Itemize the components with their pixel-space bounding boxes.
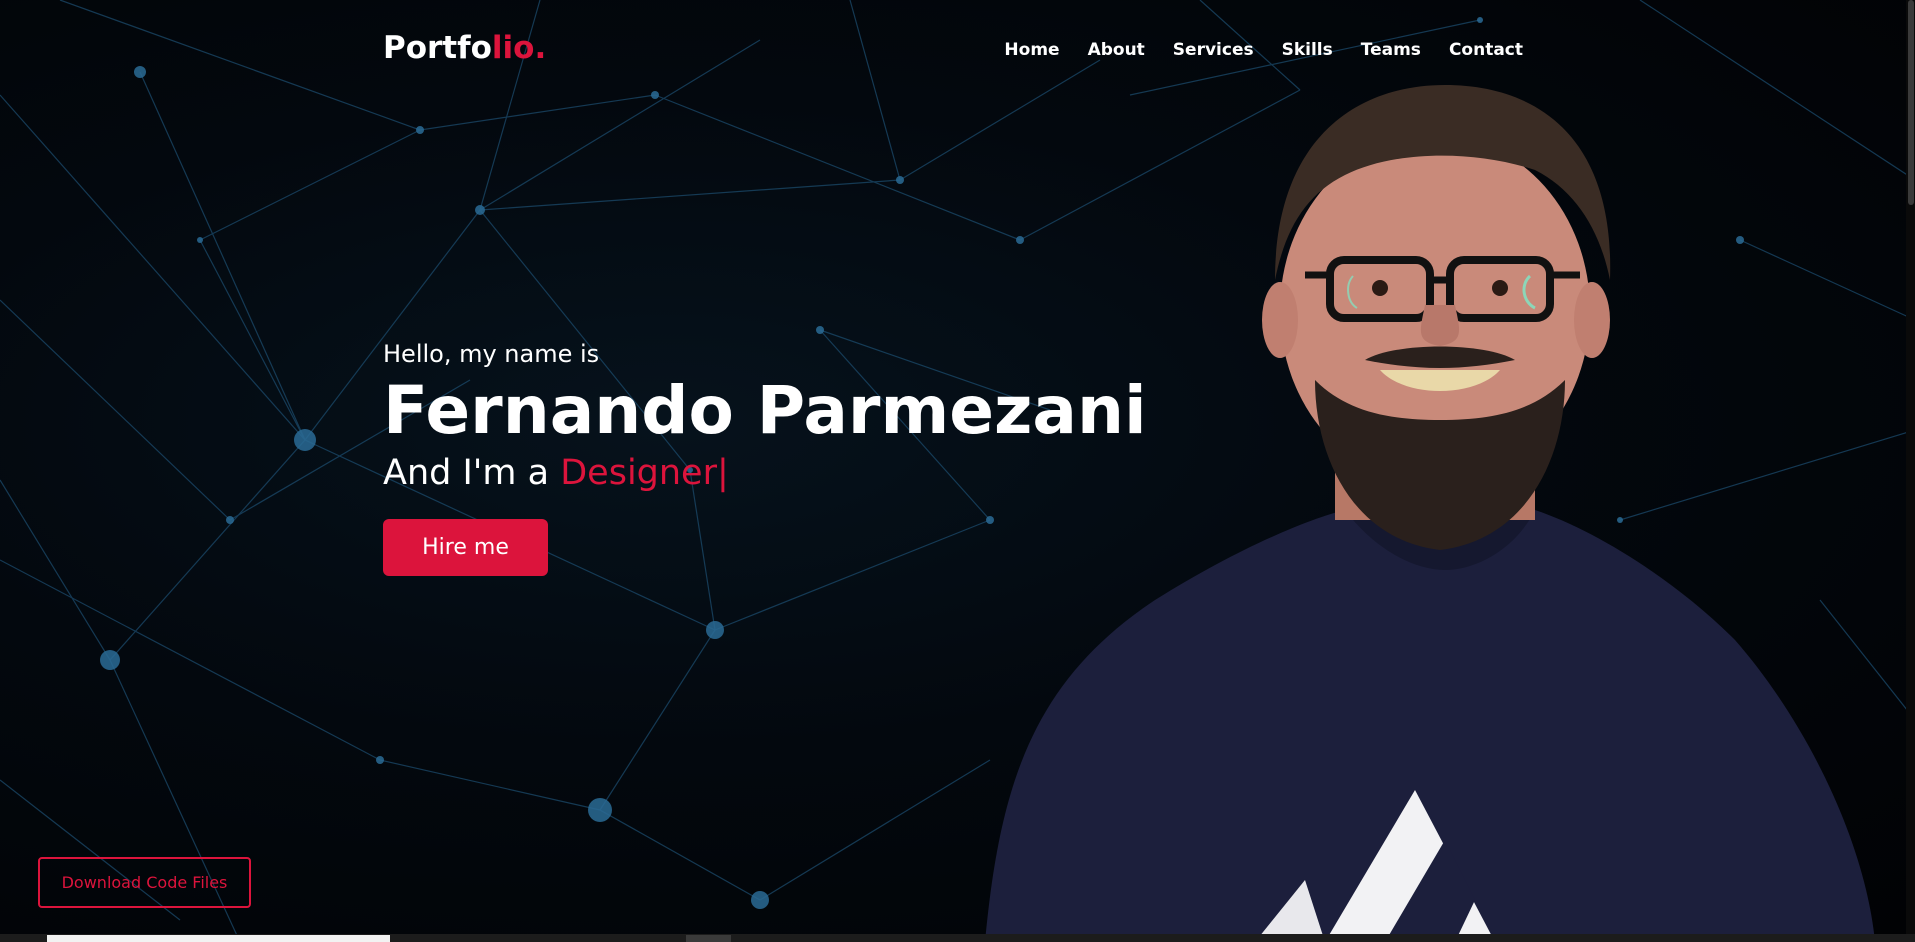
nav-item-home[interactable]: Home [1004, 40, 1059, 60]
download-code-files-button[interactable]: Download Code Files [38, 857, 251, 908]
nav-menu: Home About Services Skills Teams Contact [976, 40, 1523, 60]
logo-main: Portfo [383, 30, 492, 66]
logo[interactable]: Portfolio. [383, 30, 546, 66]
nav-item-skills[interactable]: Skills [1282, 40, 1333, 60]
logo-accent: lio. [491, 30, 547, 66]
nav-item-contact[interactable]: Contact [1449, 40, 1523, 60]
scrollbar-thumb[interactable] [1908, 0, 1914, 205]
navbar: Portfolio. Home About Services Skills Te… [383, 28, 1523, 72]
hero-role-prefix: And I'm a [383, 453, 561, 494]
person-photo [985, 85, 1875, 942]
page: Portfolio. Home About Services Skills Te… [0, 0, 1915, 942]
bottom-scrollbar-thumb[interactable] [47, 935, 390, 942]
nav-item-about[interactable]: About [1088, 40, 1145, 60]
hero-role-typed: Designer| [560, 453, 729, 494]
nav-item-services[interactable]: Services [1173, 40, 1254, 60]
bottom-scrollbar-mark [686, 935, 731, 942]
hire-me-button[interactable]: Hire me [383, 519, 548, 577]
nav-item-teams[interactable]: Teams [1361, 40, 1421, 60]
